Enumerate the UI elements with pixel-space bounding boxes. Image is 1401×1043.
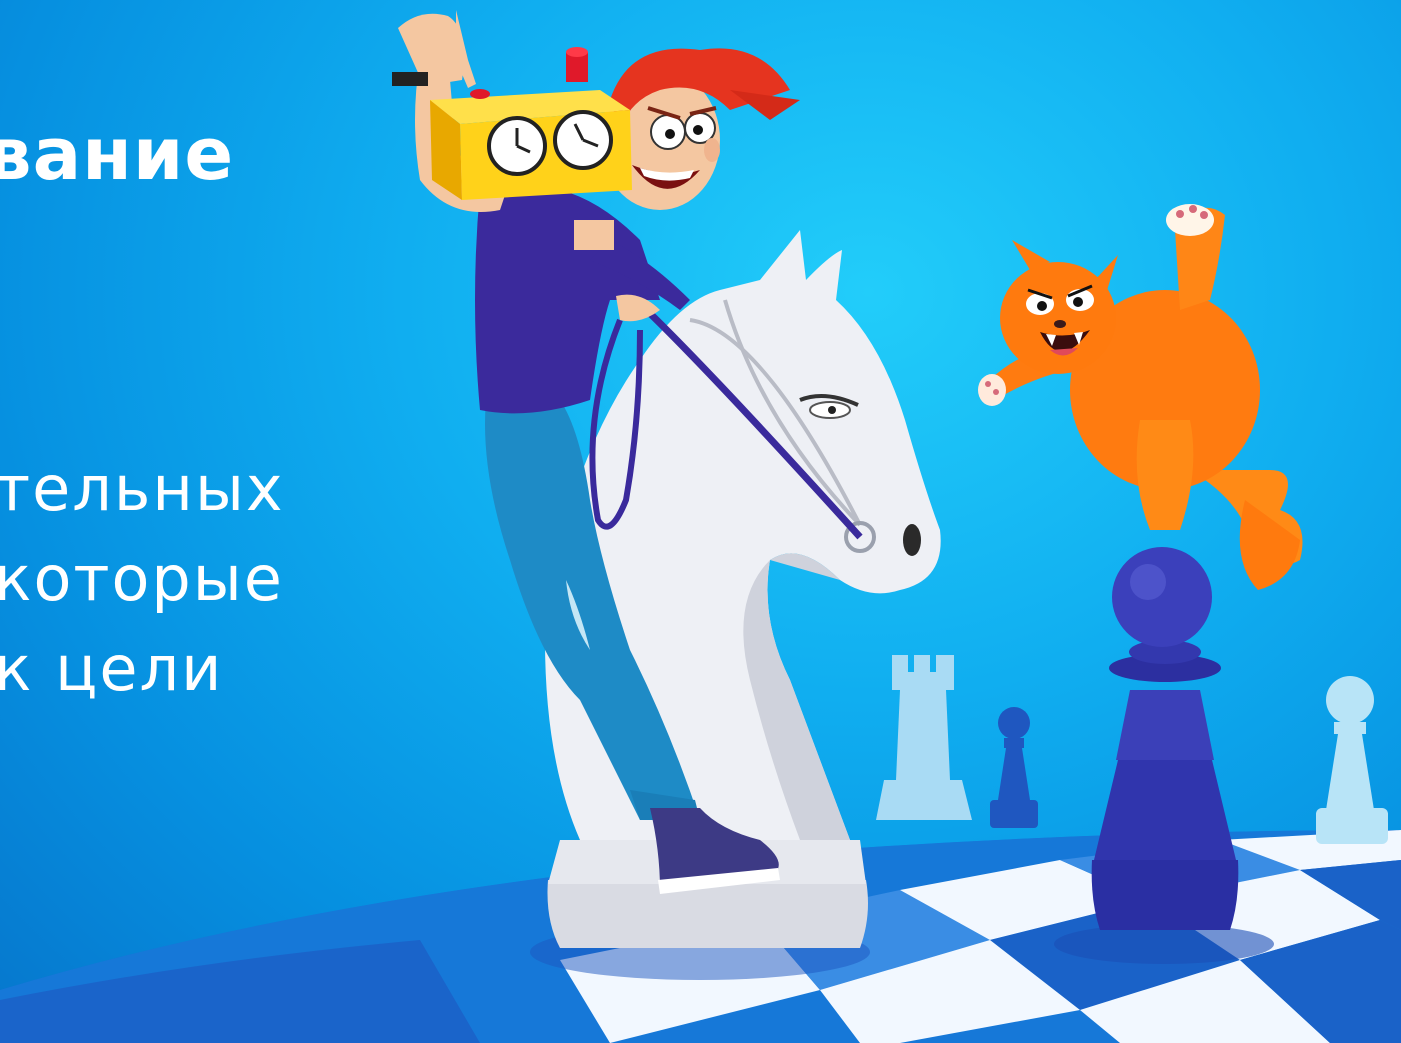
rook-piece: [876, 655, 972, 820]
orange-cat: [978, 204, 1303, 590]
small-dark-pawn: [990, 707, 1038, 828]
light-pawn: [1316, 676, 1388, 844]
illustration: [0, 10, 1401, 1043]
